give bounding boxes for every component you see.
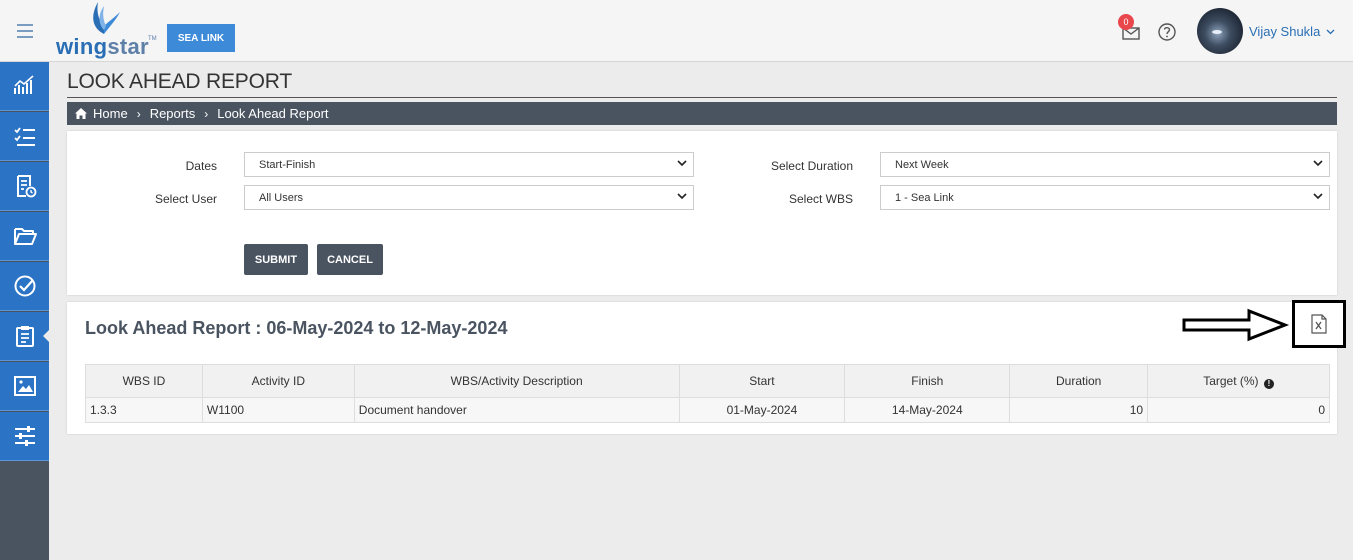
breadcrumb-reports[interactable]: Reports (150, 106, 196, 121)
breadcrumb: Home › Reports › Look Ahead Report (67, 102, 1337, 125)
col-wbs-id[interactable]: WBS ID (85, 364, 203, 398)
excel-file-icon (1311, 314, 1327, 334)
sidebar-item-tasks[interactable] (0, 112, 49, 161)
user-select[interactable]: All Users (244, 185, 694, 210)
folder-icon (13, 228, 37, 245)
col-duration[interactable]: Duration (1009, 364, 1149, 398)
info-icon[interactable]: ! (1263, 378, 1274, 389)
project-button[interactable]: SEA LINK (167, 24, 235, 52)
col-target[interactable]: Target (%) ! (1147, 364, 1330, 398)
select-duration-label: Select Duration (770, 159, 853, 173)
sidebar-item-settings[interactable] (0, 412, 49, 461)
report-clock-icon (16, 175, 36, 198)
col-description[interactable]: WBS/Activity Description (353, 364, 680, 398)
cell-target: 0 (1147, 397, 1330, 423)
chevron-down-icon (677, 160, 687, 167)
cell-activity-id: W1100 (201, 397, 355, 423)
duration-select[interactable]: Next Week (880, 152, 1330, 177)
table-header-row: WBS ID Activity ID WBS/Activity Descript… (85, 364, 1330, 398)
check-circle-icon (14, 275, 35, 297)
checklist-icon (13, 127, 35, 146)
cell-finish: 14-May-2024 (844, 397, 1011, 423)
home-icon (75, 108, 87, 119)
wing-icon (93, 2, 120, 34)
sidebar-item-gallery[interactable] (0, 362, 49, 411)
sidebar-item-documents[interactable] (0, 212, 49, 261)
user-menu[interactable]: Vijay Shukla (1249, 24, 1335, 39)
table-row: 1.3.3 W1100 Document handover 01-May-202… (85, 397, 1330, 423)
filter-panel: Dates Start-Finish Select User All Users… (67, 131, 1337, 295)
help-icon[interactable] (1157, 22, 1177, 42)
notification-badge: 0 (1118, 14, 1134, 30)
chart-icon (13, 75, 34, 94)
select-user-label: Select User (154, 192, 217, 206)
report-title: Look Ahead Report : 06-May-2024 to 12-Ma… (85, 318, 508, 338)
sidebar-item-approvals[interactable] (0, 262, 49, 311)
logo-wordmark: wingstar (56, 34, 149, 59)
wingstar-logo[interactable]: wingstar TM (56, 0, 157, 60)
hamburger-icon (16, 24, 33, 26)
col-activity-id[interactable]: Activity ID (201, 364, 355, 398)
dates-label: Dates (185, 159, 217, 173)
top-bar: wingstar TM SEA LINK 0 Vijay Shukla (0, 0, 1353, 62)
sidebar-item-reports[interactable] (0, 312, 49, 361)
cell-description: Document handover (353, 397, 680, 423)
breadcrumb-home[interactable]: Home (93, 106, 128, 121)
title-divider (67, 97, 1337, 98)
look-ahead-table: WBS ID Activity ID WBS/Activity Descript… (85, 364, 1330, 423)
export-excel-button[interactable] (1292, 300, 1346, 348)
report-panel: Look Ahead Report : 06-May-2024 to 12-Ma… (67, 300, 1346, 434)
image-icon (13, 376, 36, 396)
menu-toggle-button[interactable] (0, 0, 49, 62)
cell-duration: 10 (1009, 397, 1149, 423)
submit-button[interactable]: SUBMIT (244, 244, 308, 275)
chevron-down-icon (1313, 160, 1323, 167)
user-avatar[interactable] (1197, 8, 1243, 54)
col-start[interactable]: Start (678, 364, 846, 398)
chevron-down-icon (1313, 193, 1323, 200)
select-wbs-label: Select WBS (788, 192, 853, 206)
cell-start: 01-May-2024 (678, 397, 846, 423)
col-finish[interactable]: Finish (844, 364, 1011, 398)
chevron-right-icon: › (136, 106, 141, 121)
sliders-icon (14, 426, 35, 446)
sidebar-item-dashboard[interactable] (0, 62, 49, 111)
chevron-down-icon (1326, 29, 1335, 34)
wbs-select[interactable]: 1 - Sea Link (880, 185, 1330, 210)
sidebar-item-schedule-report[interactable] (0, 162, 49, 211)
sidebar (0, 62, 49, 560)
dates-select[interactable]: Start-Finish (244, 152, 694, 177)
cell-wbs-id: 1.3.3 (85, 397, 203, 423)
annotation-arrow-icon (1182, 308, 1290, 342)
breadcrumb-current: Look Ahead Report (217, 106, 329, 121)
page-title: LOOK AHEAD REPORT (67, 70, 292, 93)
clipboard-icon (15, 326, 34, 347)
user-name: Vijay Shukla (1249, 24, 1321, 39)
chevron-right-icon: › (204, 106, 209, 121)
cancel-button[interactable]: CANCEL (317, 244, 383, 275)
chevron-down-icon (677, 193, 687, 200)
